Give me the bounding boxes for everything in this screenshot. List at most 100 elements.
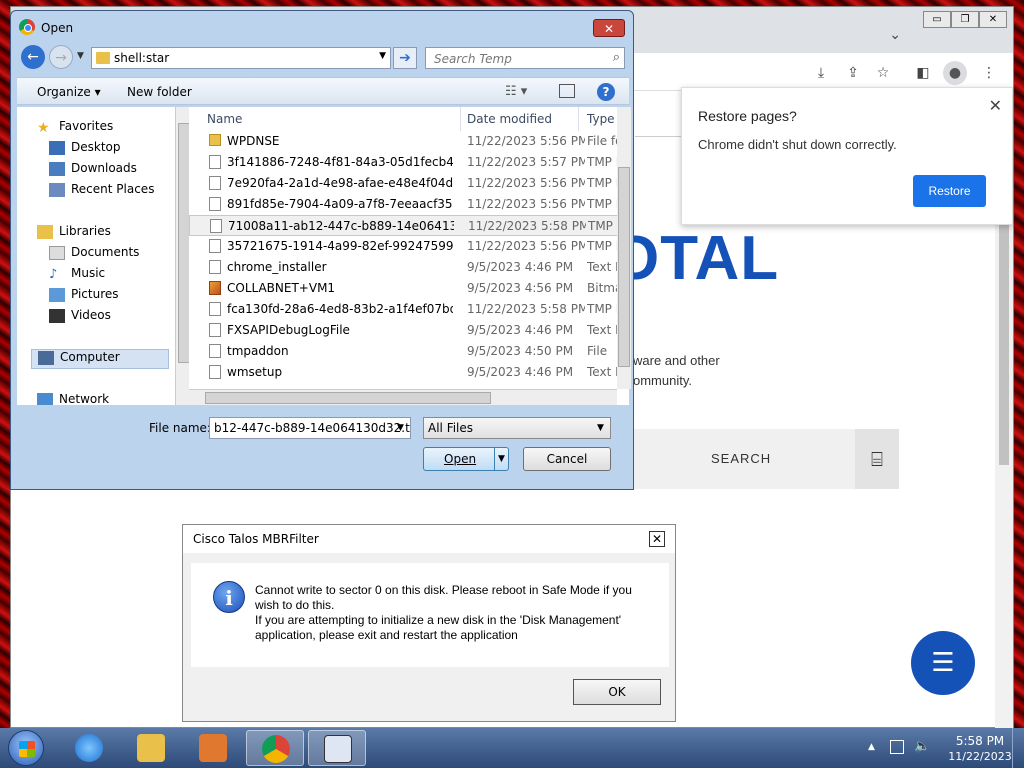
organize-menu[interactable]: Organize ▾ [37,85,101,99]
restore-pages-popup: Restore pages? Chrome didn't shut down c… [681,87,1013,225]
file-icon [210,219,222,233]
help-icon[interactable]: ? [597,83,615,101]
view-options-icon[interactable]: ☷ ▾ [505,84,527,99]
file-row[interactable]: FXSAPIDebugLogFile 9/5/2023 4:46 PM Text D [189,320,629,341]
network-icon[interactable] [890,740,904,754]
file-name: 35721675-1914-4a99-82ef-9924759964f8.t..… [227,239,453,253]
file-name-input[interactable]: b12-447c-b889-14e064130d32.tmp [209,417,411,439]
chat-icon[interactable]: ☰ [911,631,975,695]
file-icon [209,365,221,379]
close-button[interactable]: ✕ [593,19,625,37]
file-name: 71008a11-ab12-447c-b889-14e064130d32... [228,219,454,233]
forward-icon[interactable]: → [49,45,73,69]
scan-icon[interactable]: ⌸ [855,429,899,489]
window-icon[interactable] [308,730,366,766]
file-icon [209,239,221,253]
minimize-button[interactable]: ▭ [923,11,951,28]
file-list-scrollbar[interactable] [617,107,631,389]
file-row[interactable]: 71008a11-ab12-447c-b889-14e064130d32... 1… [189,215,629,236]
address-input[interactable]: shell:star [114,51,169,65]
restore-button[interactable]: Restore [913,175,986,207]
maximize-button[interactable]: ❐ [951,11,979,28]
chrome-icon [19,19,35,35]
back-icon[interactable]: ← [21,45,45,69]
cancel-button[interactable]: Cancel [523,447,611,471]
chevron-down-icon[interactable]: ▼ [597,423,604,433]
file-name: WPDNSE [227,134,280,148]
ok-button[interactable]: OK [573,679,661,705]
file-name: 3f141886-7248-4f81-84a3-05d1fecb43df.t..… [227,155,453,169]
search-button[interactable]: SEARCH [711,451,771,466]
file-date: 9/5/2023 4:50 PM [467,344,574,358]
nav-music[interactable]: ♪ Music [49,266,105,286]
file-icon [209,197,221,211]
file-row[interactable]: 35721675-1914-4a99-82ef-9924759964f8.t..… [189,236,629,257]
file-date: 11/22/2023 5:58 PM [467,302,585,316]
nav-computer[interactable]: Computer [31,349,169,369]
file-name: FXSAPIDebugLogFile [227,323,350,337]
tray-expand-icon[interactable]: ▲ [868,742,875,752]
address-bar[interactable]: shell:star ▼ [91,47,391,69]
close-icon[interactable]: ✕ [989,96,1002,115]
go-button[interactable]: ➔ [393,47,417,69]
clock-date[interactable]: 11/22/2023 [944,750,1016,763]
file-date: 9/5/2023 4:46 PM [467,365,574,379]
file-row[interactable]: fca130fd-28a6-4ed8-83b2-a1f4ef07bdd9.t..… [189,299,629,320]
nav-videos[interactable]: Videos [49,308,111,328]
column-date[interactable]: Date modified [459,107,579,131]
menu-icon[interactable]: ⋮ [981,65,997,81]
file-row[interactable]: 3f141886-7248-4f81-84a3-05d1fecb43df.t..… [189,152,629,173]
file-name: 7e920fa4-2a1d-4e98-afae-e48e4f04d4ae.t..… [227,176,453,190]
file-name: tmpaddon [227,344,289,358]
search-input[interactable]: Search Temp ⌕ [425,47,625,69]
file-row[interactable]: chrome_installer 9/5/2023 4:46 PM Text D [189,257,629,278]
chevron-down-icon[interactable]: ▼ [397,423,404,433]
file-date: 11/22/2023 5:58 PM [468,219,586,233]
file-date: 11/22/2023 5:56 PM [467,197,585,211]
chrome-icon[interactable] [246,730,304,766]
close-button[interactable]: ✕ [979,11,1007,28]
nav-pictures[interactable]: Pictures [49,287,119,307]
nav-libraries[interactable]: Libraries [37,224,111,244]
tab-search-chevron-icon[interactable]: ⌄ [889,27,901,43]
explorer-icon[interactable] [122,730,180,766]
profile-icon[interactable]: ● [943,61,967,85]
preview-pane-icon[interactable] [559,84,575,98]
file-row[interactable]: 7e920fa4-2a1d-4e98-afae-e48e4f04d4ae.t..… [189,173,629,194]
restore-title: Restore pages? [698,108,797,124]
chevron-down-icon[interactable]: ▼ [379,51,386,61]
nav-documents[interactable]: Documents [49,245,139,265]
new-folder-button[interactable]: New folder [127,85,192,99]
file-row[interactable]: tmpaddon 9/5/2023 4:50 PM File [189,341,629,362]
open-button[interactable]: Open ▼ [423,447,509,471]
nav-favorites[interactable]: ★ Favorites [37,119,113,139]
share-icon[interactable]: ⇪ [845,65,861,81]
volume-icon[interactable]: 🔈 [914,739,930,754]
file-name: COLLABNET+VM1 [227,281,336,295]
show-desktop-button[interactable] [1012,728,1024,768]
search-icon[interactable]: ⌕ [613,50,620,65]
file-row[interactable]: WPDNSE 11/22/2023 5:56 PM File fol [189,131,629,152]
download-icon[interactable]: ⤓ [813,65,829,81]
nav-downloads[interactable]: Downloads [49,161,137,181]
file-list-hscrollbar[interactable] [189,389,617,405]
column-name[interactable]: Name [199,107,461,131]
open-split-arrow-icon[interactable]: ▼ [494,448,508,470]
nav-network[interactable]: Network [37,392,109,405]
history-dropdown-icon[interactable]: ▼ [77,51,84,61]
internet-explorer-icon[interactable] [60,730,118,766]
file-row[interactable]: wmsetup 9/5/2023 4:46 PM Text D [189,362,629,383]
file-row[interactable]: 891fd85e-7904-4a09-a7f8-7eeaacf35d7b.t..… [189,194,629,215]
dialog-title: Cisco Talos MBRFilter [193,532,319,546]
nav-recent-places[interactable]: Recent Places [49,182,154,202]
file-date: 9/5/2023 4:46 PM [467,260,574,274]
file-row[interactable]: COLLABNET+VM1 9/5/2023 4:56 PM Bitmap [189,278,629,299]
close-button[interactable]: ✕ [649,531,665,547]
star-icon[interactable]: ☆ [875,65,891,81]
file-type-select[interactable]: All Files [423,417,611,439]
clock-time[interactable]: 5:58 PM [944,734,1016,748]
nav-desktop[interactable]: Desktop [49,140,121,160]
media-player-icon[interactable] [184,730,242,766]
sidepanel-icon[interactable]: ◧ [915,65,931,81]
start-button[interactable] [8,730,44,766]
